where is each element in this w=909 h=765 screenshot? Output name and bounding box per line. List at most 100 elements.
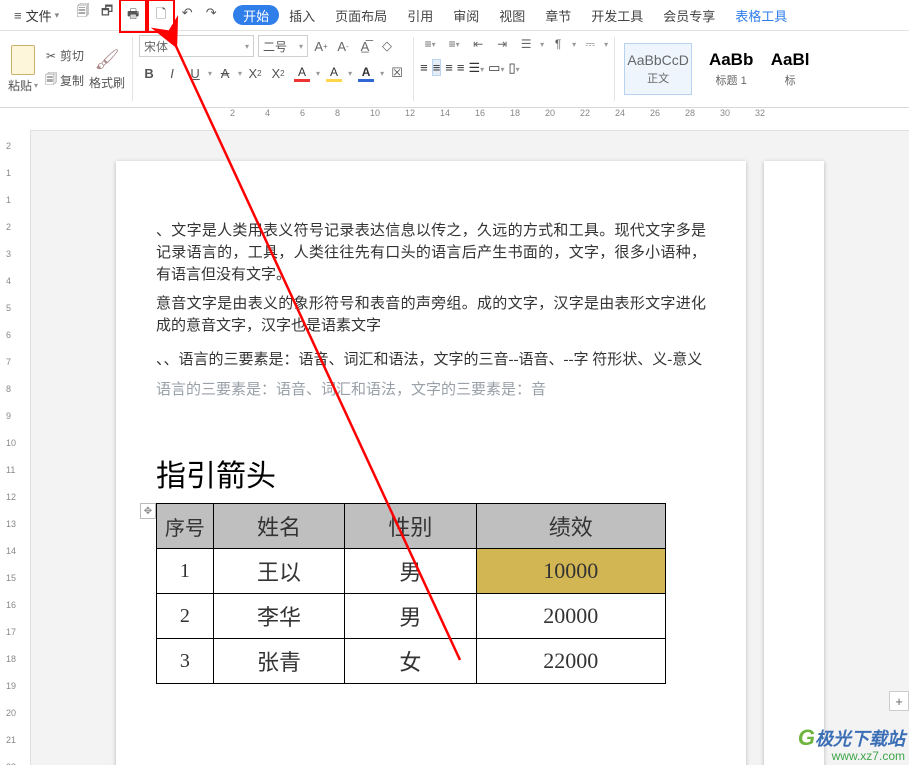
th-seq[interactable]: 序号 bbox=[157, 504, 214, 549]
para-3[interactable]: 、、语言的三要素是：语音、词汇和语法，文字的三音--语音、--字 符形状、义-意… bbox=[156, 350, 706, 372]
ruler-mark: 2 bbox=[6, 222, 11, 232]
cell-score[interactable]: 22000 bbox=[476, 639, 665, 684]
align-justify-button[interactable]: ≡ bbox=[457, 60, 465, 75]
show-marks-button[interactable]: ¶ bbox=[548, 35, 568, 53]
tab-references[interactable]: 引用 bbox=[397, 0, 443, 30]
cell-name[interactable]: 张青 bbox=[213, 639, 344, 684]
tab-review[interactable]: 审阅 bbox=[443, 0, 489, 30]
clear-format-button[interactable]: ◇ bbox=[378, 36, 396, 56]
shading-button[interactable]: ▭▾ bbox=[488, 60, 504, 76]
para-gray[interactable]: 语言的三要素是：语音、词汇和语法，文字的三要素是：音 bbox=[156, 380, 706, 402]
tab-stops-button[interactable]: ⎓ bbox=[580, 35, 600, 53]
superscript-button[interactable]: X2 bbox=[245, 63, 265, 83]
quick-print-icon[interactable]: 🗋 bbox=[147, 0, 175, 33]
tab-member[interactable]: 会员专享 bbox=[653, 0, 725, 30]
ruler-mark: 19 bbox=[6, 681, 16, 691]
ruler-mark: 2 bbox=[6, 141, 11, 151]
align-center-button[interactable]: ≡ bbox=[432, 59, 442, 76]
tab-view[interactable]: 视图 bbox=[489, 0, 535, 30]
highlight-button[interactable]: A bbox=[291, 65, 313, 82]
italic-button[interactable]: I bbox=[162, 63, 182, 83]
save-icon[interactable]: 🗐 bbox=[71, 0, 95, 28]
th-gender[interactable]: 性别 bbox=[345, 504, 476, 549]
print-preview-icon[interactable]: 🗗 bbox=[95, 0, 119, 28]
cell-name[interactable]: 王以 bbox=[213, 549, 344, 594]
tab-chapter[interactable]: 章节 bbox=[535, 0, 581, 30]
ruler-mark: 15 bbox=[6, 573, 16, 583]
ruler-mark: 10 bbox=[6, 438, 16, 448]
style-normal[interactable]: AaBbCcD 正文 bbox=[624, 43, 692, 95]
align-right-button[interactable]: ≡ bbox=[445, 60, 453, 75]
bullets-button[interactable]: ≡▾ bbox=[420, 35, 440, 53]
text-fill-button[interactable]: A bbox=[323, 65, 345, 82]
heading-arrow[interactable]: 指引箭头 bbox=[156, 451, 706, 495]
font-name-select[interactable]: 宋体 ▾ bbox=[139, 35, 254, 57]
grow-font-button[interactable]: A+ bbox=[312, 36, 330, 56]
ribbon: 粘贴▾ ✂剪切 🗐复制 🖌 格式刷 宋体 ▾ 二号 ▾ A+ A- A̲̅ ◇ bbox=[0, 31, 909, 108]
brush-icon: 🖌 bbox=[94, 47, 119, 72]
cell-gender[interactable]: 男 bbox=[345, 549, 476, 594]
format-painter-button[interactable]: 🖌 格式刷 bbox=[88, 47, 126, 91]
shrink-font-button[interactable]: A- bbox=[334, 36, 352, 56]
cell-score[interactable]: 20000 bbox=[476, 594, 665, 639]
table-row[interactable]: 2李华男20000 bbox=[157, 594, 666, 639]
redo-icon[interactable]: ↷ bbox=[199, 0, 223, 28]
tab-start[interactable]: 开始 bbox=[233, 5, 279, 25]
ruler-mark: 1 bbox=[6, 195, 11, 205]
decrease-indent-button[interactable]: ⇤ bbox=[468, 35, 488, 53]
table-row[interactable]: 1王以男10000 bbox=[157, 549, 666, 594]
subscript-button[interactable]: X2 bbox=[268, 63, 288, 83]
sort-button[interactable]: ☰ bbox=[516, 35, 536, 53]
font-size-select[interactable]: 二号 ▾ bbox=[258, 35, 308, 57]
document-table[interactable]: 序号 姓名 性别 绩效 1王以男100002李华男200003张青女22000 bbox=[156, 503, 666, 684]
print-icon[interactable]: 🖶 bbox=[119, 0, 147, 33]
th-score[interactable]: 绩效 bbox=[476, 504, 665, 549]
strike-button[interactable]: A bbox=[215, 63, 235, 83]
tab-insert[interactable]: 插入 bbox=[279, 0, 325, 30]
ruler-mark: 10 bbox=[370, 108, 380, 118]
tab-page-layout[interactable]: 页面布局 bbox=[325, 0, 397, 30]
table-anchor-icon[interactable]: ✥ bbox=[140, 503, 156, 519]
tab-table-tools[interactable]: 表格工具 bbox=[725, 0, 797, 30]
th-name[interactable]: 姓名 bbox=[213, 504, 344, 549]
style-heading1[interactable]: AaBb 标题 1 bbox=[698, 44, 764, 94]
underline-button[interactable]: U bbox=[185, 63, 205, 83]
para-1[interactable]: 、文字是人类用表义符号记录表达信息以传之，久远的方式和工具。现代文字多是记录语言… bbox=[156, 221, 706, 286]
split-handle[interactable]: + bbox=[889, 691, 909, 711]
font-color-button[interactable]: A bbox=[355, 65, 377, 82]
increase-indent-button[interactable]: ⇥ bbox=[492, 35, 512, 53]
line-spacing-button[interactable]: ☰▾ bbox=[468, 60, 484, 76]
menu-icon: ≡ bbox=[14, 8, 22, 23]
copy-button[interactable]: 🗐复制 bbox=[44, 70, 84, 91]
chevron-down-icon: ▾ bbox=[299, 42, 303, 51]
cell-gender[interactable]: 女 bbox=[345, 639, 476, 684]
align-left-button[interactable]: ≡ bbox=[420, 60, 428, 75]
menu-bar: ≡ 文件 ▾ 🗐 🗗 🖶 🗋 ↶ ↷ 开始 插入 页面布局 引用 审阅 视图 章… bbox=[0, 0, 909, 31]
cell-score[interactable]: 10000 bbox=[476, 549, 665, 594]
watermark-url: www.xz7.com bbox=[832, 749, 905, 763]
ruler-horizontal[interactable]: 2468101214161820222426283032 bbox=[30, 108, 909, 131]
paste-label: 粘贴 bbox=[8, 77, 32, 94]
file-menu[interactable]: ≡ 文件 ▾ bbox=[8, 0, 65, 30]
ruler-vertical[interactable]: 2112345678910111213141516171819202122 bbox=[0, 131, 31, 765]
cut-button[interactable]: ✂剪切 bbox=[44, 47, 84, 64]
table-row[interactable]: 3张青女22000 bbox=[157, 639, 666, 684]
body-text[interactable]: 、文字是人类用表义符号记录表达信息以传之，久远的方式和工具。现代文字多是记录语言… bbox=[156, 221, 706, 401]
bold-button[interactable]: B bbox=[139, 63, 159, 83]
scissors-icon: ✂ bbox=[44, 49, 58, 63]
para-2[interactable]: 意音文字是由表义的象形符号和表音的声旁组。成的文字，汉字是由表形文字进化成的意音… bbox=[156, 294, 706, 338]
numbering-button[interactable]: ≡▾ bbox=[444, 35, 464, 53]
change-case-button[interactable]: A̲̅ bbox=[356, 36, 374, 56]
undo-icon[interactable]: ↶ bbox=[175, 0, 199, 28]
cell-seq[interactable]: 2 bbox=[157, 594, 214, 639]
cell-seq[interactable]: 1 bbox=[157, 549, 214, 594]
cell-gender[interactable]: 男 bbox=[345, 594, 476, 639]
cell-name[interactable]: 李华 bbox=[213, 594, 344, 639]
paste-button[interactable]: 粘贴▾ bbox=[6, 45, 40, 94]
tab-developer[interactable]: 开发工具 bbox=[581, 0, 653, 30]
cell-seq[interactable]: 3 bbox=[157, 639, 214, 684]
char-border-button[interactable]: ☒ bbox=[387, 63, 407, 83]
style-heading2[interactable]: AaBl 标 bbox=[770, 44, 810, 94]
ruler-mark: 14 bbox=[6, 546, 16, 556]
borders-button[interactable]: ▯▾ bbox=[508, 60, 519, 76]
